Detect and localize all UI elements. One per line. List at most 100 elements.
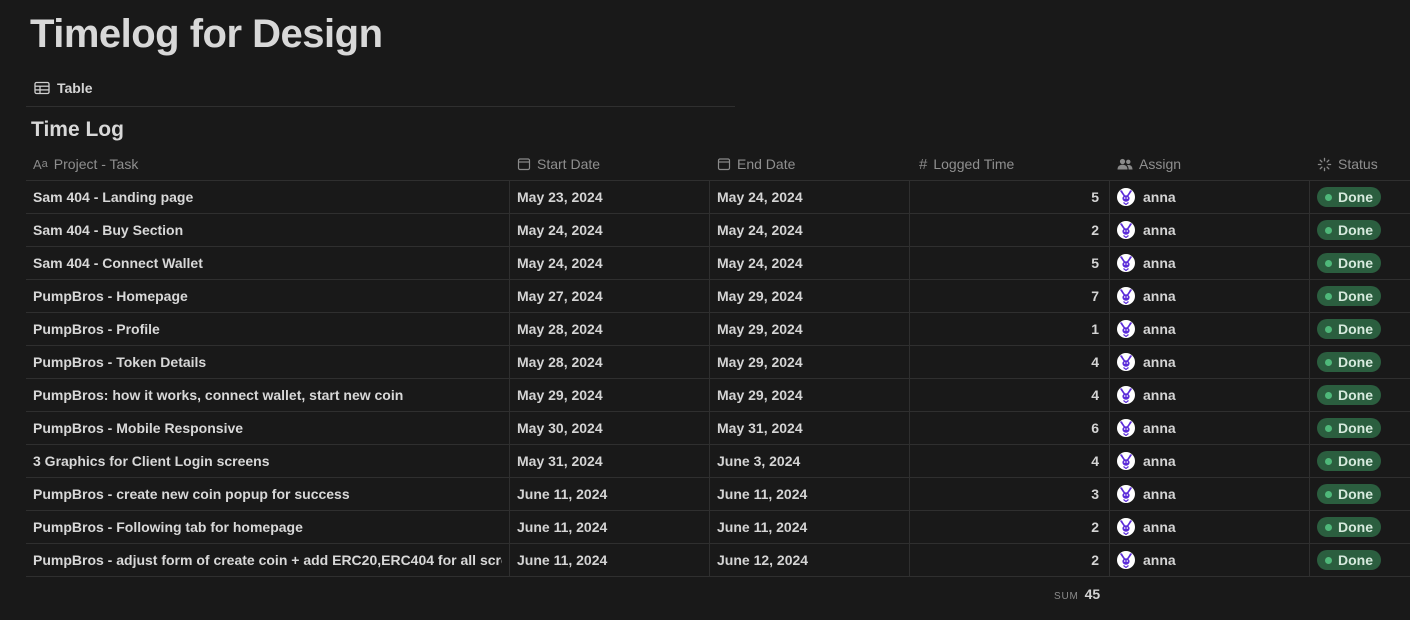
- logged-time-cell[interactable]: 5: [910, 181, 1110, 213]
- status-badge[interactable]: Done: [1317, 550, 1381, 570]
- start-date-cell[interactable]: May 29, 2024: [510, 379, 710, 411]
- logged-time-cell[interactable]: 3: [910, 478, 1110, 510]
- status-cell[interactable]: Done: [1310, 445, 1410, 477]
- end-date-cell[interactable]: May 24, 2024: [710, 181, 910, 213]
- table-row[interactable]: PumpBros - create new coin popup for suc…: [26, 478, 1410, 511]
- end-date-cell[interactable]: May 29, 2024: [710, 313, 910, 345]
- database-title[interactable]: Time Log: [31, 118, 124, 142]
- end-date-cell[interactable]: May 31, 2024: [710, 412, 910, 444]
- column-header-assign[interactable]: Assign: [1110, 148, 1310, 180]
- end-date-cell[interactable]: June 12, 2024: [710, 544, 910, 576]
- logged-time-sum[interactable]: SUM 45: [1054, 586, 1100, 602]
- start-date-cell[interactable]: May 23, 2024: [510, 181, 710, 213]
- task-cell[interactable]: PumpBros - Token Details: [26, 346, 510, 378]
- task-title-link[interactable]: Sam 404 - Buy Section: [33, 222, 183, 238]
- status-badge[interactable]: Done: [1317, 418, 1381, 438]
- status-badge[interactable]: Done: [1317, 253, 1381, 273]
- task-cell[interactable]: PumpBros - create new coin popup for suc…: [26, 478, 510, 510]
- table-row[interactable]: 3 Graphics for Client Login screens May 3…: [26, 445, 1410, 478]
- start-date-cell[interactable]: June 11, 2024: [510, 511, 710, 543]
- task-title-link[interactable]: PumpBros: how it works, connect wallet, …: [33, 387, 403, 403]
- assign-cell[interactable]: anna: [1110, 511, 1310, 543]
- table-row[interactable]: PumpBros - Profile May 28, 2024 May 29, 20…: [26, 313, 1410, 346]
- table-row[interactable]: PumpBros: how it works, connect wallet, …: [26, 379, 1410, 412]
- column-header-logged-time[interactable]: # Logged Time: [910, 148, 1110, 180]
- status-cell[interactable]: Done: [1310, 544, 1410, 576]
- tab-table-view[interactable]: Table: [34, 78, 93, 98]
- end-date-cell[interactable]: June 11, 2024: [710, 511, 910, 543]
- task-cell[interactable]: Sam 404 - Landing page: [26, 181, 510, 213]
- end-date-cell[interactable]: May 29, 2024: [710, 280, 910, 312]
- end-date-cell[interactable]: May 24, 2024: [710, 214, 910, 246]
- status-cell[interactable]: Done: [1310, 511, 1410, 543]
- task-title-link[interactable]: PumpBros - Mobile Responsive: [33, 420, 243, 436]
- assign-cell[interactable]: anna: [1110, 346, 1310, 378]
- column-header-start-date[interactable]: Start Date: [510, 148, 710, 180]
- start-date-cell[interactable]: May 28, 2024: [510, 346, 710, 378]
- table-row[interactable]: PumpBros - Token Details May 28, 2024 May …: [26, 346, 1410, 379]
- logged-time-cell[interactable]: 4: [910, 346, 1110, 378]
- end-date-cell[interactable]: May 29, 2024: [710, 379, 910, 411]
- task-title-link[interactable]: 3 Graphics for Client Login screens: [33, 453, 270, 469]
- column-header-task[interactable]: Aa Project - Task: [26, 148, 510, 180]
- assign-cell[interactable]: anna: [1110, 313, 1310, 345]
- end-date-cell[interactable]: May 29, 2024: [710, 346, 910, 378]
- status-badge[interactable]: Done: [1317, 385, 1381, 405]
- status-cell[interactable]: Done: [1310, 478, 1410, 510]
- status-badge[interactable]: Done: [1317, 517, 1381, 537]
- status-badge[interactable]: Done: [1317, 451, 1381, 471]
- logged-time-cell[interactable]: 6: [910, 412, 1110, 444]
- task-cell[interactable]: PumpBros - Profile: [26, 313, 510, 345]
- task-cell[interactable]: PumpBros - adjust form of create coin + …: [26, 544, 510, 576]
- table-row[interactable]: PumpBros - Mobile Responsive May 30, 2024…: [26, 412, 1410, 445]
- status-cell[interactable]: Done: [1310, 346, 1410, 378]
- assign-cell[interactable]: anna: [1110, 412, 1310, 444]
- task-title-link[interactable]: Sam 404 - Landing page: [33, 189, 193, 205]
- task-title-link[interactable]: Sam 404 - Connect Wallet: [33, 255, 203, 271]
- assign-cell[interactable]: anna: [1110, 280, 1310, 312]
- status-badge[interactable]: Done: [1317, 220, 1381, 240]
- table-row[interactable]: Sam 404 - Connect Wallet May 24, 2024 May …: [26, 247, 1410, 280]
- task-cell[interactable]: Sam 404 - Connect Wallet: [26, 247, 510, 279]
- logged-time-cell[interactable]: 4: [910, 379, 1110, 411]
- logged-time-cell[interactable]: 2: [910, 544, 1110, 576]
- start-date-cell[interactable]: May 24, 2024: [510, 214, 710, 246]
- table-row[interactable]: PumpBros - adjust form of create coin + …: [26, 544, 1410, 577]
- status-cell[interactable]: Done: [1310, 214, 1410, 246]
- status-badge[interactable]: Done: [1317, 187, 1381, 207]
- assign-cell[interactable]: anna: [1110, 379, 1310, 411]
- status-badge[interactable]: Done: [1317, 484, 1381, 504]
- end-date-cell[interactable]: June 3, 2024: [710, 445, 910, 477]
- logged-time-cell[interactable]: 1: [910, 313, 1110, 345]
- start-date-cell[interactable]: May 24, 2024: [510, 247, 710, 279]
- status-cell[interactable]: Done: [1310, 379, 1410, 411]
- column-header-status[interactable]: Status: [1310, 148, 1410, 180]
- start-date-cell[interactable]: May 30, 2024: [510, 412, 710, 444]
- start-date-cell[interactable]: June 11, 2024: [510, 478, 710, 510]
- status-cell[interactable]: Done: [1310, 313, 1410, 345]
- status-cell[interactable]: Done: [1310, 247, 1410, 279]
- task-title-link[interactable]: PumpBros - adjust form of create coin + …: [33, 552, 502, 568]
- table-row[interactable]: PumpBros - Following tab for homepage Jun…: [26, 511, 1410, 544]
- task-cell[interactable]: PumpBros - Mobile Responsive: [26, 412, 510, 444]
- column-header-end-date[interactable]: End Date: [710, 148, 910, 180]
- assign-cell[interactable]: anna: [1110, 181, 1310, 213]
- end-date-cell[interactable]: May 24, 2024: [710, 247, 910, 279]
- task-cell[interactable]: 3 Graphics for Client Login screens: [26, 445, 510, 477]
- assign-cell[interactable]: anna: [1110, 544, 1310, 576]
- status-badge[interactable]: Done: [1317, 286, 1381, 306]
- status-cell[interactable]: Done: [1310, 181, 1410, 213]
- logged-time-cell[interactable]: 5: [910, 247, 1110, 279]
- assign-cell[interactable]: anna: [1110, 247, 1310, 279]
- logged-time-cell[interactable]: 2: [910, 511, 1110, 543]
- start-date-cell[interactable]: May 31, 2024: [510, 445, 710, 477]
- status-badge[interactable]: Done: [1317, 319, 1381, 339]
- assign-cell[interactable]: anna: [1110, 445, 1310, 477]
- logged-time-cell[interactable]: 4: [910, 445, 1110, 477]
- task-cell[interactable]: PumpBros: how it works, connect wallet, …: [26, 379, 510, 411]
- task-title-link[interactable]: PumpBros - Profile: [33, 321, 160, 337]
- start-date-cell[interactable]: June 11, 2024: [510, 544, 710, 576]
- table-row[interactable]: PumpBros - Homepage May 27, 2024 May 29, 2…: [26, 280, 1410, 313]
- logged-time-cell[interactable]: 7: [910, 280, 1110, 312]
- status-badge[interactable]: Done: [1317, 352, 1381, 372]
